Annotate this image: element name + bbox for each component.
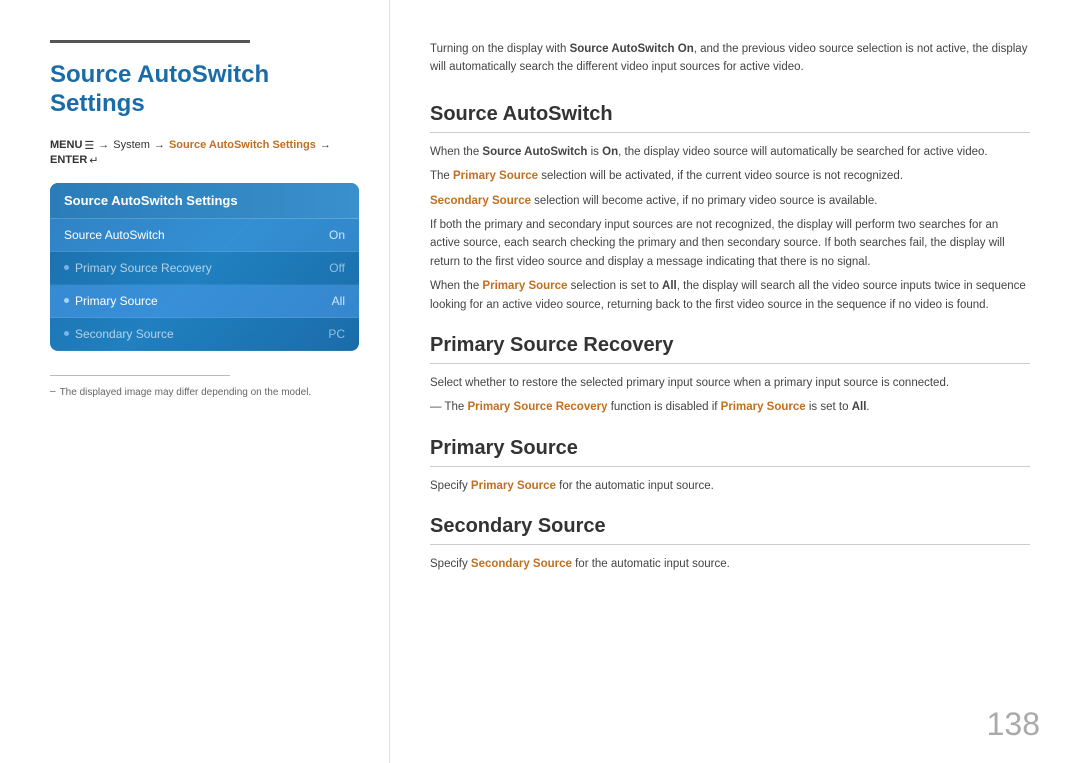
top-rule xyxy=(50,40,250,43)
intro-text: Turning on the display with Source AutoS… xyxy=(430,40,1030,77)
item-value-source-autoswitch: On xyxy=(329,228,345,242)
section-body-primary-source: Specify Primary Source for the automatic… xyxy=(430,477,1030,495)
item-value-secondary-source: PC xyxy=(328,327,345,341)
right-column: Turning on the display with Source AutoS… xyxy=(390,0,1080,763)
panel-item-source-autoswitch[interactable]: Source AutoSwitch On xyxy=(50,219,359,252)
ui-panel: Source AutoSwitch Settings Source AutoSw… xyxy=(50,183,359,351)
intro-bold-1: Source AutoSwitch On xyxy=(570,43,694,55)
item-label-primary-recovery: Primary Source Recovery xyxy=(64,261,212,275)
item-label-primary-source: Primary Source xyxy=(64,294,158,308)
system-label: System xyxy=(113,139,150,151)
section-primary-source-recovery: Primary Source Recovery Select whether t… xyxy=(430,334,1030,417)
section-body-primary-recovery: Select whether to restore the selected p… xyxy=(430,374,1030,417)
item-label-secondary-source: Secondary Source xyxy=(64,327,174,341)
section-title-primary-source: Primary Source xyxy=(430,437,1030,467)
panel-item-primary-source[interactable]: Primary Source All xyxy=(50,285,359,318)
note-line: – The displayed image may differ dependi… xyxy=(50,386,359,400)
menu-icon: ☰ xyxy=(84,139,94,152)
item-label-source-autoswitch: Source AutoSwitch xyxy=(64,228,165,242)
page-number: 138 xyxy=(987,706,1040,743)
section-body-source-autoswitch: When the Source AutoSwitch is On, the di… xyxy=(430,143,1030,314)
section-title-secondary-source: Secondary Source xyxy=(430,515,1030,545)
left-column: Source AutoSwitch Settings MENU ☰ → Syst… xyxy=(0,0,390,763)
term-secondary-source-1: Secondary Source xyxy=(430,195,531,207)
note-divider xyxy=(50,375,230,376)
item-value-primary-source: All xyxy=(332,294,345,308)
panel-item-primary-recovery[interactable]: Primary Source Recovery Off xyxy=(50,252,359,285)
section-title-primary-recovery: Primary Source Recovery xyxy=(430,334,1030,364)
enter-label: ENTER xyxy=(50,154,87,166)
section-secondary-source: Secondary Source Specify Secondary Sourc… xyxy=(430,515,1030,573)
term-primary-source-3: Primary Source xyxy=(721,401,806,413)
dot-icon-3 xyxy=(64,331,69,336)
term-primary-source-1: Primary Source xyxy=(453,170,538,182)
ui-panel-title: Source AutoSwitch Settings xyxy=(50,183,359,219)
term-primary-source-4: Primary Source xyxy=(471,480,556,492)
bold-source-autoswitch: Source AutoSwitch xyxy=(482,146,587,158)
panel-item-secondary-source[interactable]: Secondary Source PC xyxy=(50,318,359,351)
section-source-autoswitch: Source AutoSwitch When the Source AutoSw… xyxy=(430,103,1030,314)
note-text: The displayed image may differ depending… xyxy=(60,386,312,400)
enter-icon: ↵ xyxy=(89,154,98,167)
term-primary-recovery-1: Primary Source Recovery xyxy=(468,401,608,413)
section-primary-source: Primary Source Specify Primary Source fo… xyxy=(430,437,1030,495)
menu-label: MENU xyxy=(50,139,82,151)
settings-label: Source AutoSwitch Settings xyxy=(169,139,316,151)
section-title-source-autoswitch: Source AutoSwitch xyxy=(430,103,1030,133)
term-secondary-source-2: Secondary Source xyxy=(471,558,572,570)
item-value-primary-recovery: Off xyxy=(329,261,345,275)
term-primary-source-2: Primary Source xyxy=(482,280,567,292)
page-title: Source AutoSwitch Settings xyxy=(50,61,359,119)
section-body-secondary-source: Specify Secondary Source for the automat… xyxy=(430,555,1030,573)
dot-icon xyxy=(64,265,69,270)
dot-icon-2 xyxy=(64,298,69,303)
menu-path: MENU ☰ → System → Source AutoSwitch Sett… xyxy=(50,139,359,167)
